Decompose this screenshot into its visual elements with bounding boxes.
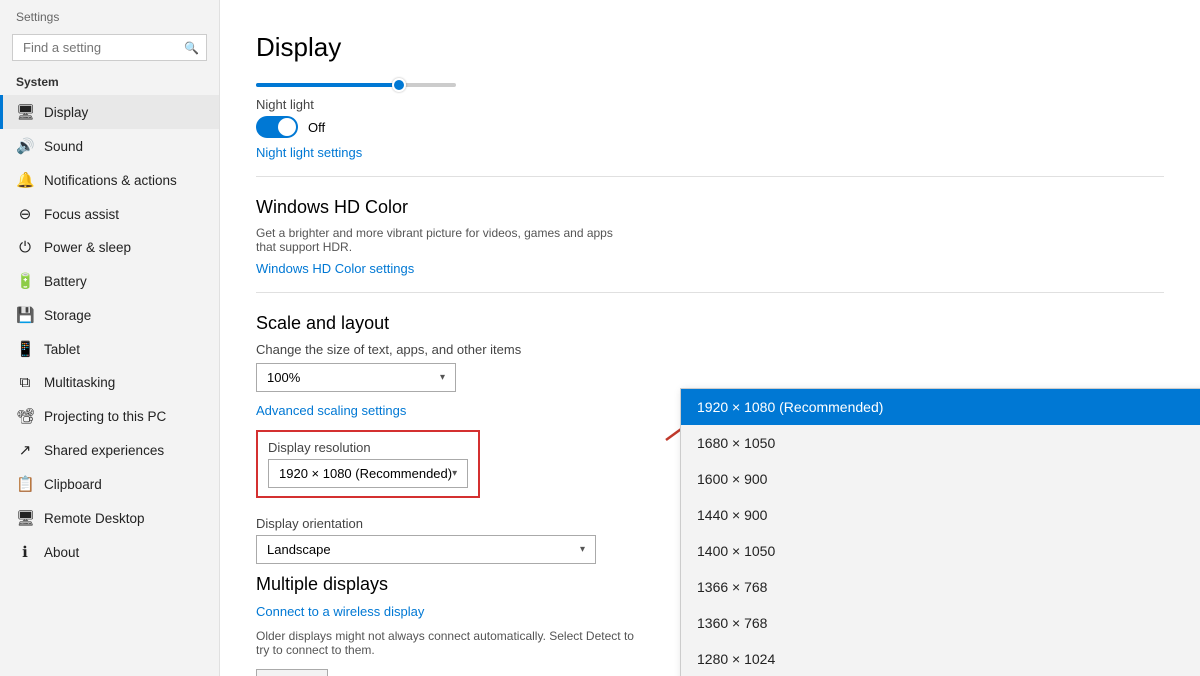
night-light-slider[interactable] bbox=[256, 83, 456, 87]
scale-dropdown[interactable]: 100% ▾ bbox=[256, 363, 456, 392]
projecting-icon: 📽 bbox=[16, 407, 34, 425]
resolution-option[interactable]: 1600 × 900 bbox=[681, 461, 1200, 497]
sidebar-item-remote[interactable]: 🖥 Remote Desktop bbox=[0, 501, 219, 535]
scale-label: Change the size of text, apps, and other… bbox=[256, 342, 1164, 357]
night-light-toggle-label: Off bbox=[308, 120, 325, 135]
nav-list: 🖥 Display🔊 Sound🔔 Notifications & action… bbox=[0, 95, 219, 569]
sidebar-item-label: Power & sleep bbox=[44, 240, 131, 255]
sidebar-item-clipboard[interactable]: 📋 Clipboard bbox=[0, 467, 219, 501]
battery-icon: 🔋 bbox=[16, 272, 34, 290]
resolution-option[interactable]: 1680 × 1050 bbox=[681, 425, 1200, 461]
night-light-settings-link[interactable]: Night light settings bbox=[256, 145, 362, 160]
window-title: Settings bbox=[0, 0, 219, 28]
display-icon: 🖥 bbox=[16, 103, 34, 121]
page-title: Display bbox=[256, 32, 1164, 63]
sidebar-item-label: Focus assist bbox=[44, 207, 119, 222]
resolution-dropdown[interactable]: 1920 × 1080 (Recommended) ▾ bbox=[268, 459, 468, 488]
night-light-label: Night light bbox=[256, 97, 1164, 112]
slider-fill bbox=[256, 83, 396, 87]
power-icon: ⏻ bbox=[16, 239, 34, 256]
divider-1 bbox=[256, 176, 1164, 177]
older-displays-desc: Older displays might not always connect … bbox=[256, 629, 636, 657]
sidebar-item-label: Clipboard bbox=[44, 477, 102, 492]
sidebar-item-multitasking[interactable]: ⧉ Multitasking bbox=[0, 366, 219, 399]
sidebar-item-tablet[interactable]: 📱 Tablet bbox=[0, 332, 219, 366]
storage-icon: 💾 bbox=[16, 306, 34, 324]
resolution-option[interactable]: 1360 × 768 bbox=[681, 605, 1200, 641]
scale-heading: Scale and layout bbox=[256, 313, 1164, 334]
sidebar-item-sound[interactable]: 🔊 Sound bbox=[0, 129, 219, 163]
orientation-value: Landscape bbox=[267, 542, 331, 557]
toggle-knob bbox=[278, 118, 296, 136]
resolution-option[interactable]: 1280 × 1024 bbox=[681, 641, 1200, 676]
resolution-value: 1920 × 1080 (Recommended) bbox=[279, 466, 452, 481]
resolution-option[interactable]: 1440 × 900 bbox=[681, 497, 1200, 533]
sidebar-item-label: Multitasking bbox=[44, 375, 115, 390]
sound-icon: 🔊 bbox=[16, 137, 34, 155]
sidebar-item-label: Sound bbox=[44, 139, 83, 154]
sidebar: Settings 🔍 System 🖥 Display🔊 Sound🔔 Noti… bbox=[0, 0, 220, 676]
sidebar-item-projecting[interactable]: 📽 Projecting to this PC bbox=[0, 399, 219, 433]
notifications-icon: 🔔 bbox=[16, 171, 34, 189]
clipboard-icon: 📋 bbox=[16, 475, 34, 493]
scale-section: Change the size of text, apps, and other… bbox=[256, 342, 1164, 392]
focus-icon: ⊖ bbox=[16, 205, 34, 223]
sidebar-item-label: Remote Desktop bbox=[44, 511, 145, 526]
sidebar-item-label: Storage bbox=[44, 308, 91, 323]
sidebar-item-label: Projecting to this PC bbox=[44, 409, 166, 424]
search-icon: 🔍 bbox=[184, 41, 199, 55]
night-light-toggle-row: Off bbox=[256, 116, 1164, 138]
scale-dropdown-arrow: ▾ bbox=[440, 372, 445, 383]
night-light-toggle[interactable] bbox=[256, 116, 298, 138]
sidebar-item-power[interactable]: ⏻ Power & sleep bbox=[0, 231, 219, 264]
resolution-option[interactable]: 1920 × 1080 (Recommended) bbox=[681, 389, 1200, 425]
hd-color-heading: Windows HD Color bbox=[256, 197, 1164, 218]
about-icon: ℹ bbox=[16, 543, 34, 561]
system-label: System bbox=[0, 69, 219, 95]
scale-value: 100% bbox=[267, 370, 300, 385]
sidebar-item-shared[interactable]: ↗ Shared experiences bbox=[0, 433, 219, 467]
sidebar-item-display[interactable]: 🖥 Display bbox=[0, 95, 219, 129]
sidebar-item-storage[interactable]: 💾 Storage bbox=[0, 298, 219, 332]
sidebar-item-about[interactable]: ℹ About bbox=[0, 535, 219, 569]
sidebar-item-focus[interactable]: ⊖ Focus assist bbox=[0, 197, 219, 231]
sidebar-item-label: Display bbox=[44, 105, 88, 120]
search-input[interactable] bbox=[12, 34, 207, 61]
resolution-label: Display resolution bbox=[268, 440, 468, 455]
orientation-dropdown[interactable]: Landscape ▾ bbox=[256, 535, 596, 564]
resolution-box: Display resolution 1920 × 1080 (Recommen… bbox=[256, 430, 480, 498]
hd-color-desc: Get a brighter and more vibrant picture … bbox=[256, 226, 636, 254]
hd-color-link[interactable]: Windows HD Color settings bbox=[256, 261, 414, 276]
divider-2 bbox=[256, 292, 1164, 293]
main-content: Display Night light Off Night light sett… bbox=[220, 0, 1200, 676]
sidebar-item-battery[interactable]: 🔋 Battery bbox=[0, 264, 219, 298]
search-container: 🔍 bbox=[12, 34, 207, 61]
resolution-option[interactable]: 1400 × 1050 bbox=[681, 533, 1200, 569]
multitasking-icon: ⧉ bbox=[16, 374, 34, 391]
resolution-option[interactable]: 1366 × 768 bbox=[681, 569, 1200, 605]
detect-button[interactable]: Detect bbox=[256, 669, 328, 676]
sidebar-item-label: Notifications & actions bbox=[44, 173, 177, 188]
slider-thumb bbox=[392, 78, 406, 92]
sidebar-item-notifications[interactable]: 🔔 Notifications & actions bbox=[0, 163, 219, 197]
sidebar-item-label: About bbox=[44, 545, 79, 560]
night-light-slider-row bbox=[256, 83, 1164, 87]
resolution-dropdown-arrow: ▾ bbox=[452, 468, 457, 479]
resolution-dropdown-overlay: 1920 × 1080 (Recommended)1680 × 10501600… bbox=[680, 388, 1200, 676]
sidebar-item-label: Shared experiences bbox=[44, 443, 164, 458]
advanced-scaling-link[interactable]: Advanced scaling settings bbox=[256, 403, 406, 418]
shared-icon: ↗ bbox=[16, 441, 34, 459]
remote-icon: 🖥 bbox=[16, 509, 34, 527]
sidebar-item-label: Tablet bbox=[44, 342, 80, 357]
connect-wireless-link[interactable]: Connect to a wireless display bbox=[256, 604, 424, 619]
tablet-icon: 📱 bbox=[16, 340, 34, 358]
orientation-dropdown-arrow: ▾ bbox=[580, 544, 585, 555]
sidebar-item-label: Battery bbox=[44, 274, 87, 289]
